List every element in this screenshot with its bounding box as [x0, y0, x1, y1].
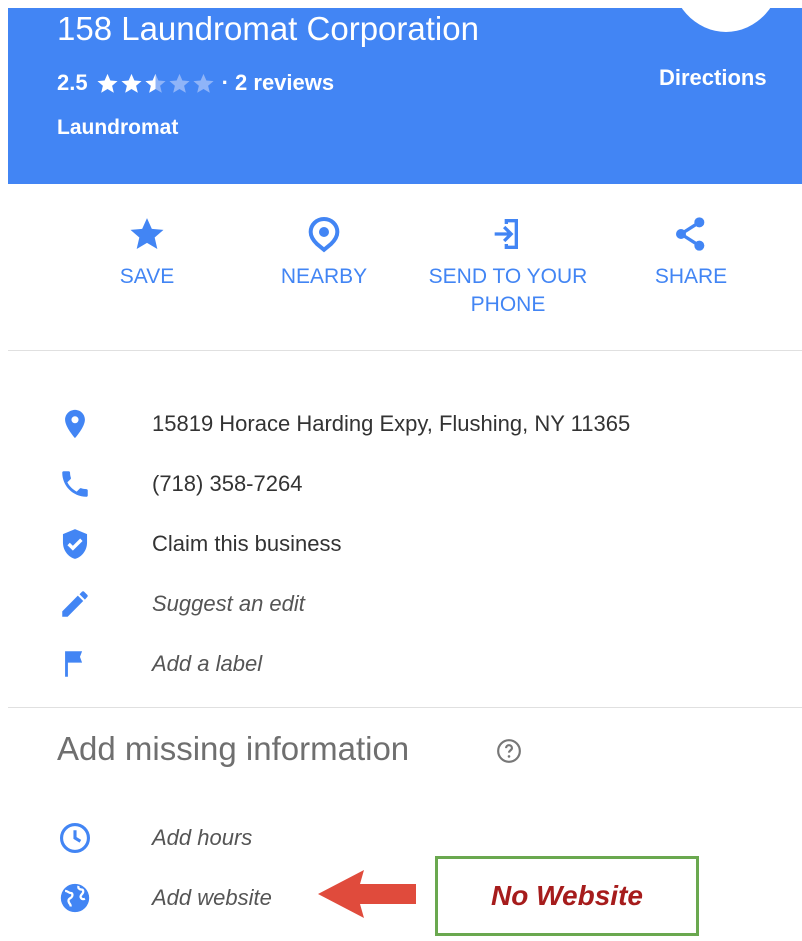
send-to-phone-icon — [494, 219, 518, 249]
rating-row[interactable]: 2.5 · 2 reviews — [57, 68, 334, 98]
star-empty-icon — [169, 73, 190, 93]
save-label: SAVE — [119, 265, 175, 288]
verified-shield-icon — [62, 529, 88, 559]
flag-icon — [65, 651, 83, 677]
phone-icon — [62, 471, 88, 497]
globe-icon — [60, 883, 90, 913]
address-row[interactable]: 15819 Horace Harding Expy, Flushing, NY … — [58, 404, 630, 444]
help-icon[interactable] — [496, 738, 522, 764]
claim-business-row[interactable]: Claim this business — [58, 524, 342, 564]
send-to-phone-label-1: SEND TO YOUR — [428, 265, 588, 288]
place-title: 158 Laundromat Corporation — [57, 10, 479, 47]
address-text: 15819 Horace Harding Expy, Flushing, NY … — [152, 411, 631, 436]
action-bar: SAVE NEARBY SEND TO YOUR PHONE SHARE — [8, 184, 802, 350]
add-website-text: Add website — [152, 885, 272, 910]
directions-button[interactable] — [670, 0, 782, 32]
add-label-text: Add a label — [152, 651, 263, 676]
send-to-phone-button[interactable]: SEND TO YOUR PHONE — [418, 214, 598, 319]
nearby-button[interactable]: NEARBY — [272, 214, 376, 291]
nearby-label: NEARBY — [280, 265, 368, 288]
star-empty-icon — [193, 73, 214, 93]
no-website-callout: No Website — [435, 856, 699, 936]
share-button[interactable]: SHARE — [642, 214, 740, 291]
no-website-callout-text: No Website — [491, 880, 643, 911]
pencil-icon — [62, 591, 88, 617]
phone-row[interactable]: (718) 358-7264 — [58, 464, 302, 504]
star-full-icon — [97, 73, 118, 93]
star-full-icon — [121, 73, 142, 93]
save-button[interactable]: SAVE — [102, 214, 192, 291]
send-to-phone-label-2: PHONE — [470, 293, 546, 316]
share-label: SHARE — [654, 265, 728, 288]
share-icon — [676, 217, 705, 251]
red-arrow-annotation — [318, 870, 416, 918]
star-half-icon — [145, 73, 166, 93]
star-icon — [130, 218, 164, 249]
claim-business-text: Claim this business — [152, 531, 342, 556]
add-label-row[interactable]: Add a label — [58, 644, 262, 684]
reviews-link[interactable]: · 2 reviews — [222, 70, 335, 96]
divider — [8, 707, 802, 708]
divider — [8, 350, 802, 351]
add-website-row[interactable]: Add website — [58, 878, 272, 918]
clock-icon — [59, 822, 91, 854]
location-pin-icon — [65, 409, 85, 439]
nearby-icon — [308, 216, 340, 253]
rating-value: 2.5 — [57, 70, 88, 95]
suggest-edit-text: Suggest an edit — [152, 591, 305, 616]
missing-info-heading: Add missing information — [57, 730, 410, 767]
place-category: Laundromat — [57, 116, 179, 139]
place-header: 158 Laundromat Corporation 2.5 · 2 revie… — [8, 0, 802, 184]
phone-text: (718) 358-7264 — [152, 471, 303, 496]
rating-stars — [96, 72, 216, 95]
suggest-edit-row[interactable]: Suggest an edit — [58, 584, 305, 624]
add-hours-text: Add hours — [152, 825, 253, 850]
directions-label[interactable]: Directions — [659, 65, 767, 91]
add-hours-row[interactable]: Add hours — [58, 818, 252, 858]
